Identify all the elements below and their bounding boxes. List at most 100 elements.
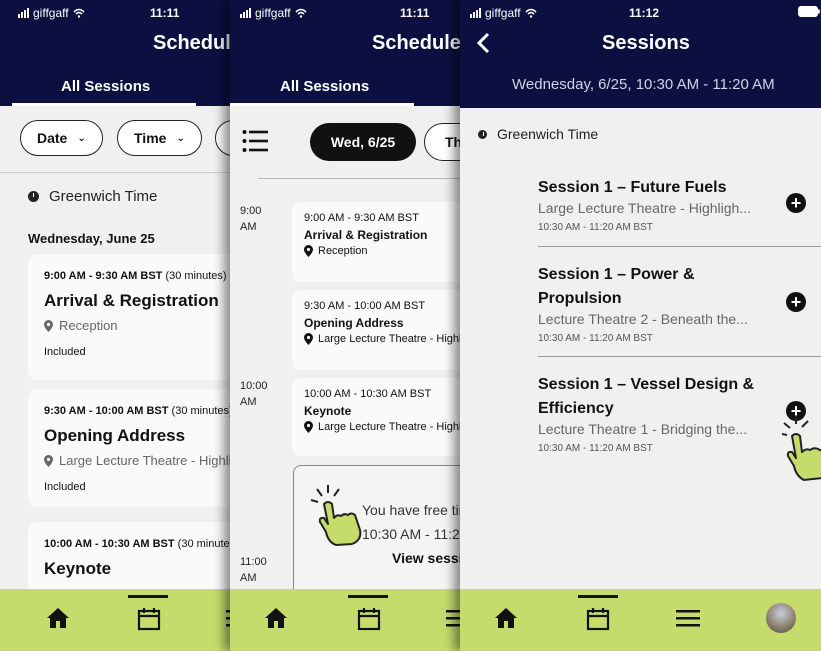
menu-icon[interactable] — [676, 607, 700, 629]
tab-indicator — [12, 103, 196, 106]
page-title: Schedule — [372, 32, 461, 54]
session-time: 9:00 AM - 9:30 AM BST — [304, 212, 419, 224]
carrier-label: giffgaff — [255, 6, 291, 20]
session-location: Large Lecture Theatre - Highlights — [304, 421, 462, 433]
session-time: 10:00 AM - 10:30 AM BST (30 minutes) — [44, 538, 232, 550]
date-chip-selected[interactable]: Wed, 6/25 — [310, 123, 416, 161]
clock-time: 11:11 — [150, 6, 180, 20]
bottom-nav — [230, 589, 462, 651]
timeline-card[interactable]: 10:00 AM - 10:30 AM BST Keynote Large Le… — [292, 378, 462, 456]
clock-time: 11:11 — [400, 6, 430, 20]
sessions-screen: giffgaff 11:12 Sessions Wednesday, 6/25,… — [460, 0, 821, 651]
session-name: Session 1 – Power & Propulsion — [538, 266, 695, 307]
session-name: Keynote — [304, 404, 352, 418]
session-item[interactable]: Session 1 – Power & Propulsion Lecture T… — [538, 263, 774, 344]
clock-icon — [28, 191, 39, 202]
hour-label: 10:00 AM — [240, 380, 268, 408]
wifi-icon — [73, 8, 85, 18]
timezone-label: Greenwich Time — [478, 126, 598, 142]
home-icon[interactable] — [494, 607, 518, 629]
session-time: 9:00 AM - 9:30 AM BST (30 minutes) — [44, 270, 227, 282]
date-chip[interactable]: Thu — [424, 123, 462, 161]
tap-hand-icon — [782, 416, 821, 481]
session-location: Large Lecture Theatre - Highligh... — [538, 200, 751, 216]
wifi-icon — [525, 8, 537, 18]
status-bar: giffgaff 11:12 — [460, 6, 821, 20]
session-status: Included — [44, 346, 86, 358]
clock-time: 11:12 — [629, 6, 660, 20]
filter-time[interactable]: Time ⌄ — [117, 120, 202, 156]
status-bar: giffgaff 11:11 — [230, 6, 462, 20]
session-name: Arrival & Registration — [304, 228, 428, 242]
clock-icon — [478, 129, 487, 139]
session-name: Opening Address — [44, 426, 186, 445]
day-heading: Wednesday, June 25 — [28, 231, 155, 246]
session-location: Lecture Theatre 1 - Bridging the... — [538, 421, 748, 437]
hour-label: 11:00 AM — [240, 556, 267, 584]
divider — [0, 172, 232, 173]
session-time: 10:30 AM - 11:20 AM BST — [538, 333, 653, 344]
calendar-icon[interactable] — [586, 607, 610, 631]
active-tab-indicator — [128, 595, 168, 598]
free-time-text: You have free time — [362, 502, 462, 518]
session-item[interactable]: Session 1 – Vessel Design & Efficiency L… — [538, 373, 774, 454]
bottom-nav — [0, 589, 232, 651]
avatar[interactable] — [766, 603, 796, 633]
divider — [258, 178, 462, 179]
wifi-icon — [295, 8, 307, 18]
session-time: 9:30 AM - 10:00 AM BST (30 minutes) — [44, 405, 232, 417]
session-location: Reception — [44, 318, 118, 333]
battery-icon — [798, 6, 820, 17]
status-bar: giffgaff 11:11 — [0, 6, 232, 20]
add-session-button[interactable]: + — [786, 292, 806, 312]
divider — [538, 356, 821, 357]
timeline-card[interactable]: 9:30 AM - 10:00 AM BST Opening Address L… — [292, 290, 462, 370]
session-card[interactable]: 9:00 AM - 9:30 AM BST (30 minutes) Arriv… — [28, 254, 232, 380]
timeline-card[interactable]: 9:00 AM - 9:30 AM BST Arrival & Registra… — [292, 202, 462, 282]
hour-label: 9:00 AM — [240, 205, 262, 233]
home-icon[interactable] — [46, 607, 70, 629]
session-name: Arrival & Registration — [44, 291, 219, 310]
session-location: Large Lecture Theatre - Highlights — [44, 453, 232, 468]
schedule-screen-timeline: giffgaff 11:11 Schedule All Sessions Wed… — [230, 0, 462, 651]
chevron-down-icon: ⌄ — [77, 132, 86, 144]
schedule-screen-list: giffgaff 11:11 Schedule All Sessions Dat… — [0, 0, 232, 651]
subtitle: Wednesday, 6/25, 10:30 AM - 11:20 AM — [512, 76, 775, 93]
add-session-button[interactable]: + — [786, 193, 806, 213]
timezone-text: Greenwich Time — [497, 126, 599, 142]
divider — [538, 246, 821, 247]
list-view-icon[interactable] — [242, 128, 268, 154]
tab-indicator — [230, 103, 414, 106]
free-time-range: 10:30 AM - 11:20 — [362, 526, 462, 542]
location-pin-icon — [44, 454, 53, 467]
session-name: Session 1 – Future Fuels — [538, 179, 727, 196]
session-item[interactable]: Session 1 – Future Fuels Large Lecture T… — [538, 176, 821, 233]
chevron-down-icon: ⌄ — [176, 132, 185, 144]
carrier-label: giffgaff — [485, 6, 521, 20]
tab-all-sessions[interactable]: All Sessions — [280, 78, 369, 95]
page-title: Sessions — [602, 32, 690, 54]
calendar-icon[interactable] — [357, 607, 381, 631]
tap-hand-icon — [310, 485, 362, 546]
filter-date[interactable]: Date ⌄ — [20, 120, 103, 156]
session-time: 10:00 AM - 10:30 AM BST — [304, 388, 432, 400]
session-name: Opening Address — [304, 316, 404, 330]
timezone-text: Greenwich Time — [49, 188, 158, 205]
session-status: Included — [44, 481, 86, 493]
signal-icon — [470, 8, 481, 18]
location-pin-icon — [304, 421, 313, 433]
location-pin-icon — [44, 319, 53, 332]
tab-all-sessions[interactable]: All Sessions — [61, 78, 150, 95]
view-sessions-link[interactable]: View sessions — [392, 550, 462, 566]
timezone-label: Greenwich Time — [28, 188, 157, 205]
active-tab-indicator — [348, 595, 388, 598]
page-title: Schedule — [153, 32, 232, 54]
calendar-icon[interactable] — [137, 607, 161, 631]
carrier-label: giffgaff — [33, 6, 69, 20]
filter-date-label: Date — [37, 130, 68, 146]
bottom-nav — [460, 589, 821, 651]
session-card[interactable]: 9:30 AM - 10:00 AM BST (30 minutes) Open… — [28, 389, 232, 507]
home-icon[interactable] — [264, 607, 288, 629]
session-time: 9:30 AM - 10:00 AM BST — [304, 300, 426, 312]
back-chevron-icon[interactable] — [476, 32, 490, 54]
